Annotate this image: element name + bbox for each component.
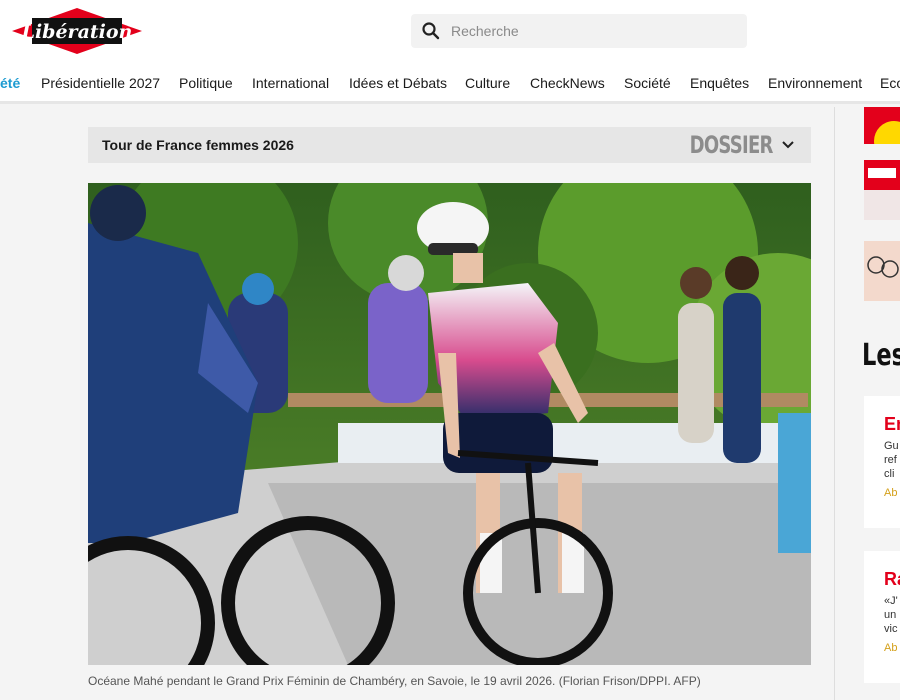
sidebar-card[interactable]: Ra «J' un vic Ab [864, 551, 900, 683]
svg-text:Libération: Libération [21, 21, 133, 43]
nav-item-culture[interactable]: Culture [465, 75, 510, 91]
dossier-toggle[interactable]: DOSSIER [662, 131, 795, 159]
article-main: Tour de France femmes 2026 DOSSIER Océan… [0, 107, 835, 700]
nav-item-societe[interactable]: Société [624, 75, 671, 91]
section-heading: Les [862, 338, 900, 373]
card-line: cli [884, 468, 895, 480]
search-box[interactable] [411, 14, 747, 48]
sidebar-thumbnail[interactable] [864, 241, 900, 301]
chevron-down-icon [782, 141, 794, 149]
dossier-title: Tour de France femmes 2026 [102, 137, 294, 153]
nav-item-presidentielle-2027[interactable]: Présidentielle 2027 [41, 75, 160, 91]
card-title: En [884, 414, 900, 434]
card-line: un [884, 609, 897, 621]
search-icon [422, 22, 440, 40]
site-header: Libération [0, 0, 900, 64]
card-link[interactable]: Ab [884, 642, 900, 654]
card-line: ref [884, 454, 897, 466]
dossier-banner[interactable]: Tour de France femmes 2026 DOSSIER [88, 127, 811, 163]
sidebar-thumbnail[interactable] [864, 107, 900, 144]
card-line: «J' [884, 595, 898, 607]
nav-item-idees-et-debats[interactable]: Idées et Débats [349, 75, 447, 91]
main-nav: été Présidentielle 2027 Politique Intern… [0, 64, 900, 104]
nav-item-environnement[interactable]: Environnement [768, 75, 862, 91]
card-title: Ra [884, 569, 900, 589]
sidebar-thumbnail[interactable] [864, 160, 900, 220]
nav-item-eco[interactable]: Eco [880, 75, 900, 91]
card-line: Gu [884, 440, 899, 452]
search-input[interactable] [451, 23, 731, 39]
nav-item-ete[interactable]: été [0, 75, 20, 91]
photo-caption: Océane Mahé pendant le Grand Prix Fémini… [88, 674, 701, 688]
liberation-logo[interactable]: Libération [12, 6, 142, 56]
article-photo [88, 183, 811, 665]
nav-item-international[interactable]: International [252, 75, 329, 91]
nav-item-checknews[interactable]: CheckNews [530, 75, 605, 91]
card-link[interactable]: Ab [884, 487, 900, 499]
nav-item-politique[interactable]: Politique [179, 75, 233, 91]
dossier-label: DOSSIER [690, 131, 774, 159]
nav-item-enquetes[interactable]: Enquêtes [690, 75, 749, 91]
sidebar-card[interactable]: En Gu ref cli Ab [864, 396, 900, 528]
card-line: vic [884, 623, 898, 635]
